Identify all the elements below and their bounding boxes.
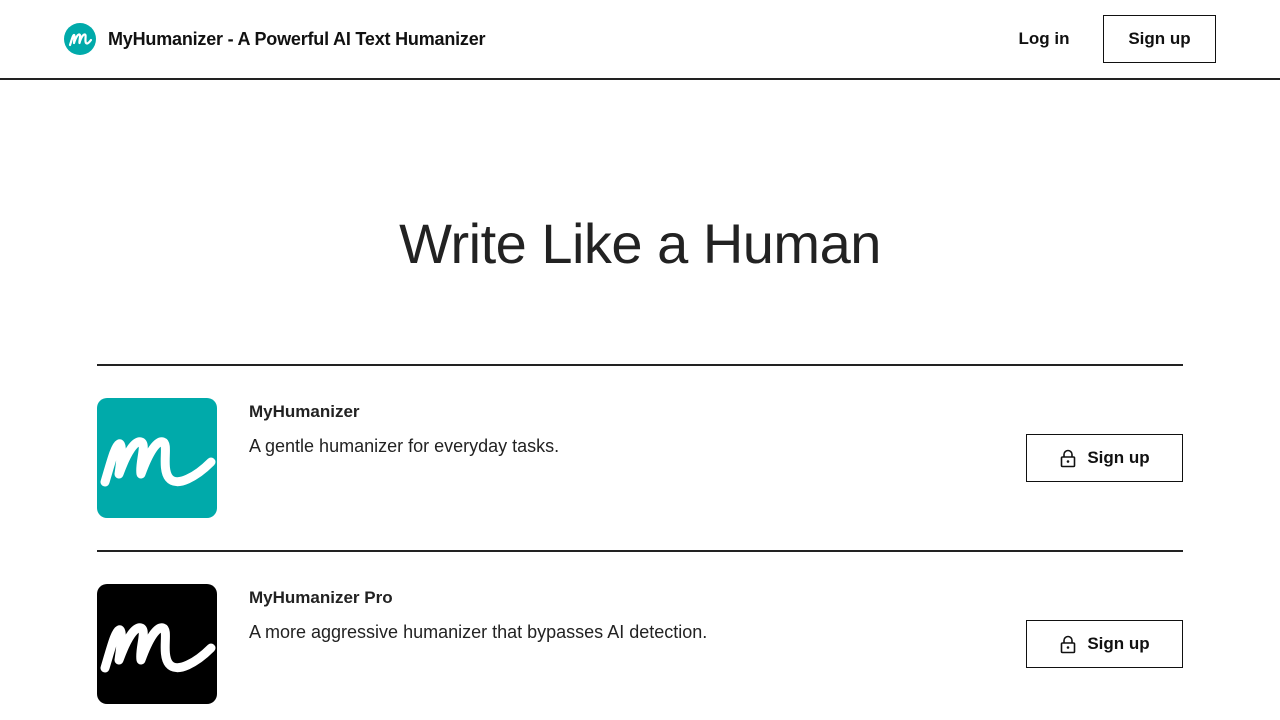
product-description: A gentle humanizer for everyday tasks. <box>249 436 560 456</box>
header-signup-button[interactable]: Sign up <box>1103 15 1216 63</box>
product-row-myhumanizer-pro: MyHumanizer Pro A more aggressive humani… <box>97 584 1183 704</box>
product-name: MyHumanizer Pro <box>249 588 393 607</box>
brand[interactable]: MyHumanizer - A Powerful AI Text Humaniz… <box>64 23 486 55</box>
brand-logo-icon <box>64 23 96 55</box>
product-description: A more aggressive humanizer that bypasse… <box>249 622 708 642</box>
m-logo-icon <box>97 584 217 704</box>
product-name: MyHumanizer <box>249 402 360 421</box>
myhumanizer-signup-button[interactable]: Sign up <box>1026 434 1183 482</box>
m-logo-icon <box>97 398 217 518</box>
myhumanizer-pro-signup-button[interactable]: Sign up <box>1026 620 1183 668</box>
lock-icon <box>1059 448 1077 468</box>
hero-title: Write Like a Human <box>399 212 881 275</box>
divider <box>97 364 1183 366</box>
divider <box>97 550 1183 552</box>
site-header: MyHumanizer - A Powerful AI Text Humaniz… <box>0 0 1280 80</box>
product-row-myhumanizer: MyHumanizer A gentle humanizer for every… <box>97 398 1183 518</box>
lock-icon <box>1059 634 1077 654</box>
signup-label: Sign up <box>1087 634 1150 653</box>
brand-title: MyHumanizer - A Powerful AI Text Humaniz… <box>108 28 486 49</box>
signup-label: Sign up <box>1087 448 1150 467</box>
login-link[interactable]: Log in <box>1008 24 1080 54</box>
